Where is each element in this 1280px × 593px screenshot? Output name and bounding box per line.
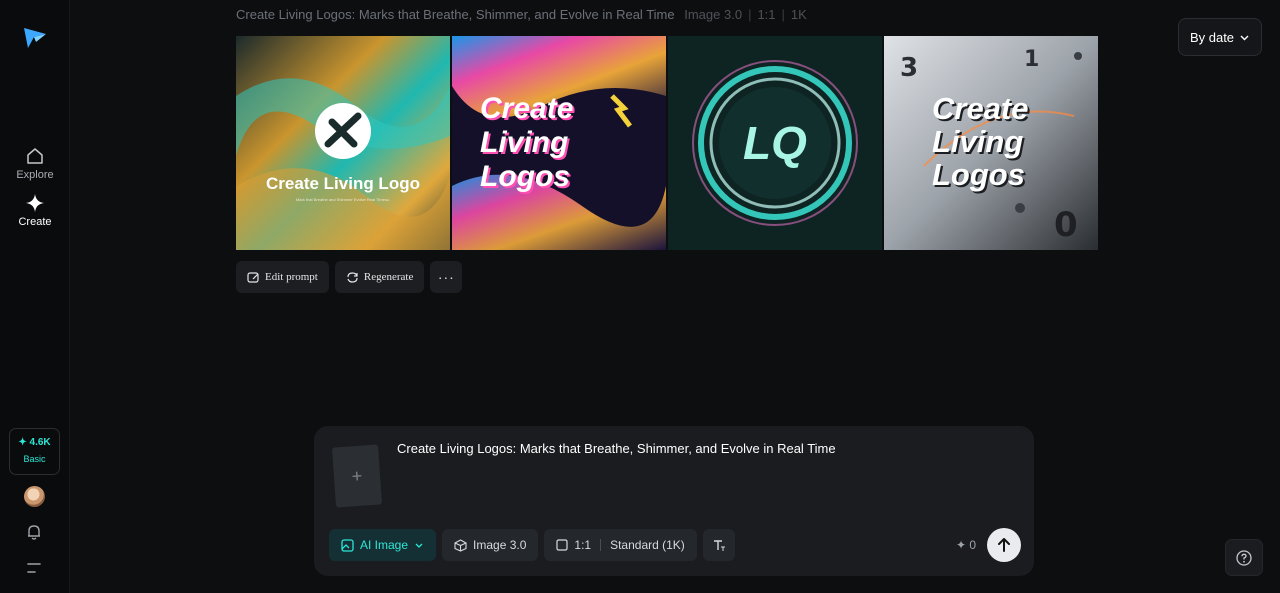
plus-icon: + — [351, 465, 363, 486]
image-gallery: Create Living Logo Mark that Breathe and… — [236, 36, 1099, 250]
menu-icon[interactable] — [27, 561, 41, 575]
ratio-meta: 1:1 — [757, 7, 776, 22]
ratio-label: 1:1 — [574, 538, 592, 552]
mode-dropdown[interactable]: AI Image — [329, 529, 437, 561]
mode-label: AI Image — [360, 538, 409, 552]
edit-prompt-button[interactable]: Edit prompt — [236, 261, 329, 293]
meta-divider: | — [748, 7, 752, 22]
aspect-ratio-icon — [556, 539, 569, 551]
chip-divider — [600, 539, 602, 551]
generated-image-2[interactable]: Create Living Logos — [452, 36, 666, 250]
prompt-input[interactable]: Create Living Logos: Marks that Breathe,… — [397, 441, 836, 456]
prompt-header: Create Living Logos: Marks that Breathe,… — [236, 7, 807, 22]
sidebar-item-label: Create — [18, 216, 52, 228]
app-logo[interactable] — [22, 24, 48, 50]
svg-text:3: 3 — [900, 53, 918, 83]
upload-reference-button[interactable]: + — [331, 444, 383, 508]
image-headline: Create Living Logo — [266, 174, 420, 193]
cube-icon — [454, 538, 467, 552]
model-label: Image 3.0 — [473, 538, 527, 552]
text-style-button[interactable] — [702, 529, 735, 561]
image-headline: LQ — [743, 117, 807, 169]
plan-label: Basic — [23, 454, 46, 464]
svg-text:1: 1 — [1024, 47, 1039, 72]
more-icon: ··· — [437, 269, 455, 285]
image-actions: Edit prompt Regenerate ··· — [236, 261, 463, 293]
sort-label: By date — [1189, 29, 1235, 45]
credit-cost: ✦ 0 — [956, 538, 977, 552]
avatar[interactable] — [24, 486, 45, 507]
bell-icon[interactable] — [25, 523, 43, 541]
image-headline: Create Living Logos — [932, 91, 1029, 192]
sidebar-item-create[interactable]: Create — [0, 193, 70, 228]
regenerate-button[interactable]: Regenerate — [334, 261, 425, 293]
regenerate-label: Regenerate — [363, 271, 414, 283]
credits-badge[interactable]: ✦ 4.6K Basic — [9, 428, 60, 475]
help-icon — [1236, 549, 1252, 566]
sort-dropdown[interactable]: By date — [1178, 18, 1262, 56]
model-meta: Image 3.0 — [684, 7, 743, 22]
prompt-composer: + Create Living Logos: Marks that Breath… — [314, 426, 1034, 576]
resolution-meta: 1K — [790, 7, 807, 22]
image-icon — [341, 538, 354, 552]
meta-divider: | — [781, 7, 785, 22]
chevron-down-icon — [1240, 35, 1249, 40]
edit-prompt-label: Edit prompt — [265, 271, 318, 283]
ratio-quality-selector[interactable]: 1:1 Standard (1K) — [544, 529, 697, 561]
arrow-up-icon — [998, 538, 1010, 552]
sparkle-icon — [26, 194, 44, 212]
prompt-title-text: Create Living Logos: Marks that Breathe,… — [236, 7, 675, 22]
more-options-button[interactable]: ··· — [430, 261, 463, 293]
credits-amount: ✦ 4.6K — [18, 437, 51, 448]
edit-icon — [247, 271, 259, 283]
generated-image-1[interactable]: Create Living Logo Mark that Breathe and… — [236, 36, 450, 250]
svg-text:0: 0 — [1054, 205, 1078, 245]
sidebar: Explore Create ✦ 4.6K Basic — [0, 0, 70, 593]
chevron-down-icon — [415, 543, 423, 548]
home-icon — [27, 148, 43, 164]
sidebar-item-label: Explore — [16, 169, 54, 181]
generated-image-3[interactable]: LQ — [668, 36, 882, 250]
generate-button[interactable] — [987, 528, 1021, 562]
model-selector[interactable]: Image 3.0 — [442, 529, 539, 561]
image-headline: Create Living Logos — [480, 92, 574, 193]
sidebar-item-explore[interactable]: Explore — [0, 146, 70, 181]
composer-options: AI Image Image 3.0 1:1 Standard (1K) — [329, 529, 735, 561]
refresh-icon — [347, 271, 358, 283]
text-icon — [713, 540, 725, 551]
image-subline: Mark that Breathe and Shimmer Evolve Rea… — [295, 197, 391, 202]
generated-image-4[interactable]: 3 1 0 Create Living Logos — [884, 36, 1098, 250]
quality-label: Standard (1K) — [610, 538, 685, 552]
help-button[interactable] — [1225, 539, 1263, 576]
